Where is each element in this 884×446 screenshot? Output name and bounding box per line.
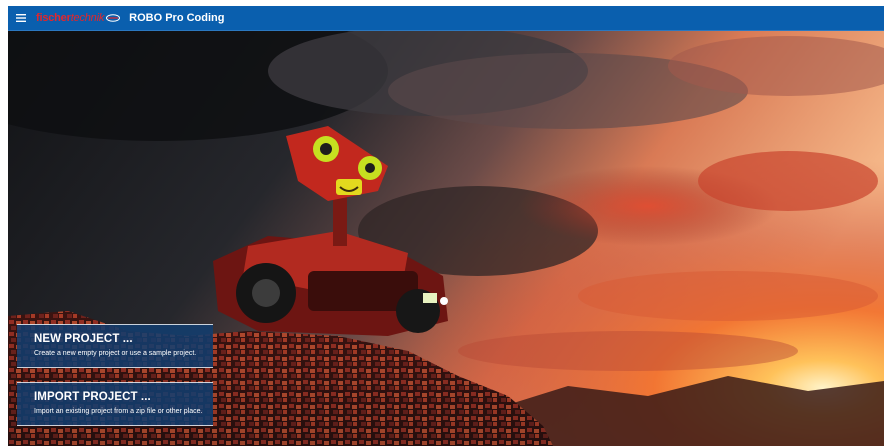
app-title: ROBO Pro Coding	[129, 12, 225, 24]
app-window: fischer technik ROBO Pro Coding NEW PROJ…	[8, 6, 884, 446]
fischertechnik-logo: fischer technik	[36, 6, 121, 31]
logo-text-fischer: fischer	[36, 12, 71, 24]
logo-text-technik: technik	[70, 12, 105, 24]
import-project-description: Import an existing project from a zip fi…	[34, 408, 203, 415]
new-project-card[interactable]: NEW PROJECT ... Create a new empty proje…	[17, 325, 213, 367]
fischertechnik-logo-mark-icon	[106, 14, 121, 22]
import-project-title: IMPORT PROJECT ...	[34, 391, 151, 403]
new-project-title: NEW PROJECT ...	[34, 333, 133, 345]
new-project-description: Create a new empty project or use a samp…	[34, 350, 197, 357]
hamburger-menu-icon	[16, 14, 26, 22]
app-bar: fischer technik ROBO Pro Coding	[8, 6, 884, 31]
import-project-card[interactable]: IMPORT PROJECT ... Import an existing pr…	[17, 383, 213, 425]
card-divider-middle	[17, 367, 213, 368]
card-divider-bottom	[17, 425, 213, 426]
menu-button[interactable]	[10, 6, 32, 31]
